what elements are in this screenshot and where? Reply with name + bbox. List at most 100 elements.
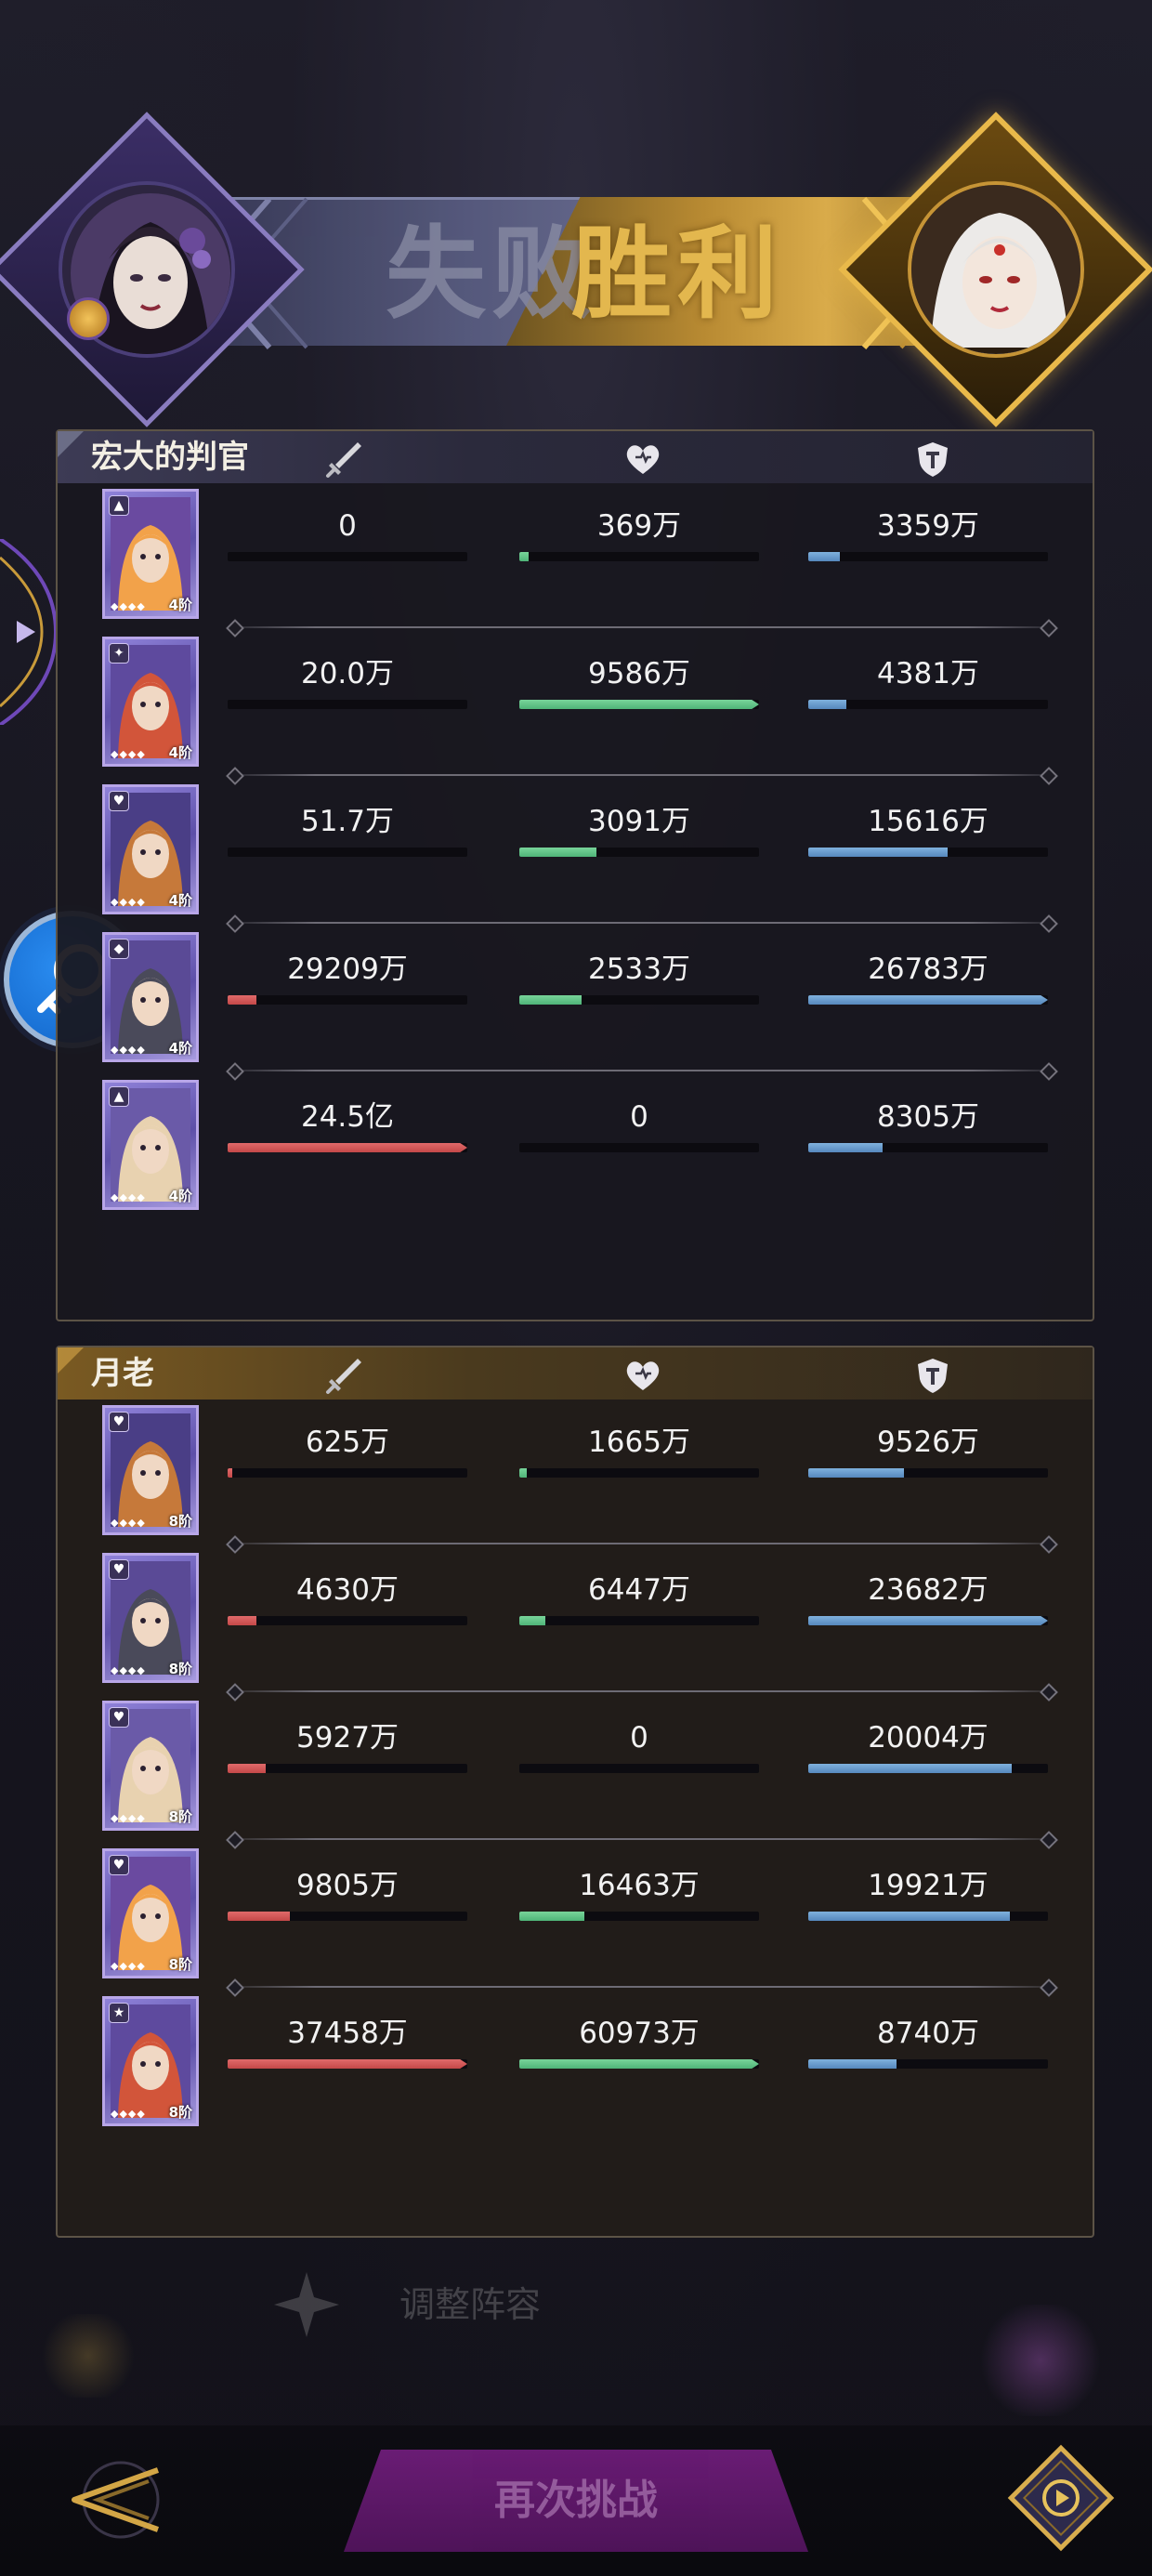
hero-star-rating: ◆◆◆◆ (111, 896, 146, 908)
row-divider (234, 1543, 1050, 1544)
hero-card[interactable]: ▲ ◆◆◆◆ 4阶 (102, 489, 199, 619)
challenge-again-label: 再次挑战 (494, 2477, 658, 2524)
heal-value: 6447万 (588, 1573, 690, 1607)
damage-bar-fill (228, 1468, 233, 1478)
heal-bar-fill (519, 700, 759, 709)
challenge-again-button[interactable]: 再次挑战 (344, 2450, 808, 2552)
adjust-lineup-label: 调整阵容 (399, 2284, 542, 2325)
tank-bar-fill (808, 1912, 1010, 1921)
hero-row: ♥ ◆◆◆◆ 8阶 4630万 6447万 23682万 (58, 1551, 1093, 1698)
tank-bar-fill (808, 1468, 905, 1478)
damage-value: 37458万 (287, 2017, 408, 2050)
hero-faction-badge: ♥ (109, 1707, 129, 1728)
adjust-lineup-ghost: 调整阵容 (251, 2267, 827, 2342)
tank-bar-fill (808, 1764, 1013, 1773)
damage-bar-fill (228, 1764, 267, 1773)
row-divider (234, 774, 1050, 776)
hero-card[interactable]: ♥ ◆◆◆◆ 8阶 (102, 1405, 199, 1535)
damage-stat: 625万 (228, 1424, 467, 1483)
heal-bar (519, 1143, 759, 1152)
replay-button[interactable] (1005, 2442, 1117, 2554)
hero-card[interactable]: ★ ◆◆◆◆ 8阶 (102, 1996, 199, 2126)
hero-card[interactable]: ✦ ◆◆◆◆ 4阶 (102, 637, 199, 767)
damage-bar (228, 1143, 467, 1152)
hero-card[interactable]: ▲ ◆◆◆◆ 4阶 (102, 1080, 199, 1210)
shield-icon (918, 442, 948, 477)
hero-card[interactable]: ♥ ◆◆◆◆ 8阶 (102, 1848, 199, 1978)
hero-level: 4阶 (168, 744, 192, 761)
heal-bar (519, 1616, 759, 1625)
hero-faction-badge: ✦ (109, 643, 129, 664)
tank-bar (808, 1912, 1048, 1921)
heal-value: 60973万 (579, 2017, 700, 2050)
tank-stat: 3359万 (808, 507, 1048, 567)
damage-value: 51.7万 (300, 805, 395, 838)
damage-bar (228, 1468, 467, 1478)
hero-star-rating: ◆◆◆◆ (111, 1517, 146, 1529)
hero-card[interactable]: ♥ ◆◆◆◆ 8阶 (102, 1553, 199, 1683)
heal-value: 1665万 (588, 1426, 690, 1459)
tank-value: 9526万 (877, 1426, 979, 1459)
tank-bar (808, 700, 1048, 709)
panel-corner-decoration (58, 1347, 84, 1373)
hero-card[interactable]: ♥ ◆◆◆◆ 8阶 (102, 1701, 199, 1831)
hero-faction-badge: ♥ (109, 1412, 129, 1432)
white-hair-lady-avatar-icon (911, 185, 1080, 354)
damage-value: 9805万 (296, 1869, 399, 1902)
tank-value: 23682万 (868, 1573, 988, 1607)
damage-bar (228, 2059, 467, 2069)
team-name: 宏大的判官 (91, 439, 249, 476)
heart-icon (626, 1361, 660, 1390)
hero-star-rating: ◆◆◆◆ (111, 600, 146, 612)
heal-stat: 9586万 (519, 655, 759, 715)
hero-faction-badge: ◆ (109, 939, 129, 959)
damage-value: 24.5亿 (300, 1100, 395, 1134)
tank-value: 4381万 (877, 657, 979, 690)
hero-row: ▲ ◆◆◆◆ 4阶 0 369万 3359万 (58, 487, 1093, 634)
hero-star-rating: ◆◆◆◆ (111, 1191, 146, 1203)
heal-value: 3091万 (588, 805, 690, 838)
sword-icon (326, 442, 361, 478)
heal-stat: 3091万 (519, 803, 759, 862)
tank-value: 20004万 (868, 1721, 988, 1755)
hero-level: 4阶 (168, 597, 192, 613)
tank-bar-fill (808, 552, 840, 561)
tank-value: 8305万 (877, 1100, 979, 1134)
hero-level: 8阶 (168, 1956, 192, 1973)
hero-level: 8阶 (168, 1808, 192, 1825)
hero-star-rating: ◆◆◆◆ (111, 1812, 146, 1824)
tank-stat: 8305万 (808, 1098, 1048, 1158)
tank-bar (808, 2059, 1048, 2069)
heal-stat: 6447万 (519, 1571, 759, 1631)
back-button[interactable] (46, 2453, 177, 2546)
hero-row: ♥ ◆◆◆◆ 8阶 5927万 0 20004万 (58, 1699, 1093, 1846)
row-divider (234, 1690, 1050, 1692)
hero-row: ♥ ◆◆◆◆ 4阶 51.7万 3091万 15616万 (58, 782, 1093, 929)
right-player-avatar[interactable] (908, 181, 1084, 358)
hero-level: 4阶 (168, 1188, 192, 1204)
hero-row: ♥ ◆◆◆◆ 8阶 625万 1665万 9526万 (58, 1403, 1093, 1550)
damage-bar (228, 700, 467, 709)
lose-label: 失败 (386, 216, 598, 333)
heal-bar (519, 2059, 759, 2069)
heal-bar (519, 848, 759, 857)
row-divider (234, 1838, 1050, 1840)
shield-icon (918, 1359, 948, 1393)
damage-stat: 29209万 (228, 951, 467, 1010)
tank-bar-fill (808, 848, 948, 857)
hero-row: ♥ ◆◆◆◆ 8阶 9805万 16463万 19921万 (58, 1847, 1093, 1993)
heal-bar-fill (519, 995, 583, 1005)
damage-stat: 20.0万 (228, 655, 467, 715)
heal-value: 9586万 (588, 657, 690, 690)
hero-row: ▲ ◆◆◆◆ 4阶 24.5亿 0 8305万 (58, 1078, 1093, 1225)
ghost-chest-icon (37, 2314, 139, 2398)
tank-value: 15616万 (868, 805, 988, 838)
damage-value: 20.0万 (300, 657, 395, 690)
heal-bar (519, 552, 759, 561)
row-divider (234, 1070, 1050, 1071)
hero-card[interactable]: ♥ ◆◆◆◆ 4阶 (102, 784, 199, 914)
damage-stat: 24.5亿 (228, 1098, 467, 1158)
hero-card[interactable]: ◆ ◆◆◆◆ 4阶 (102, 932, 199, 1062)
damage-bar (228, 1616, 467, 1625)
tank-stat: 26783万 (808, 951, 1048, 1010)
